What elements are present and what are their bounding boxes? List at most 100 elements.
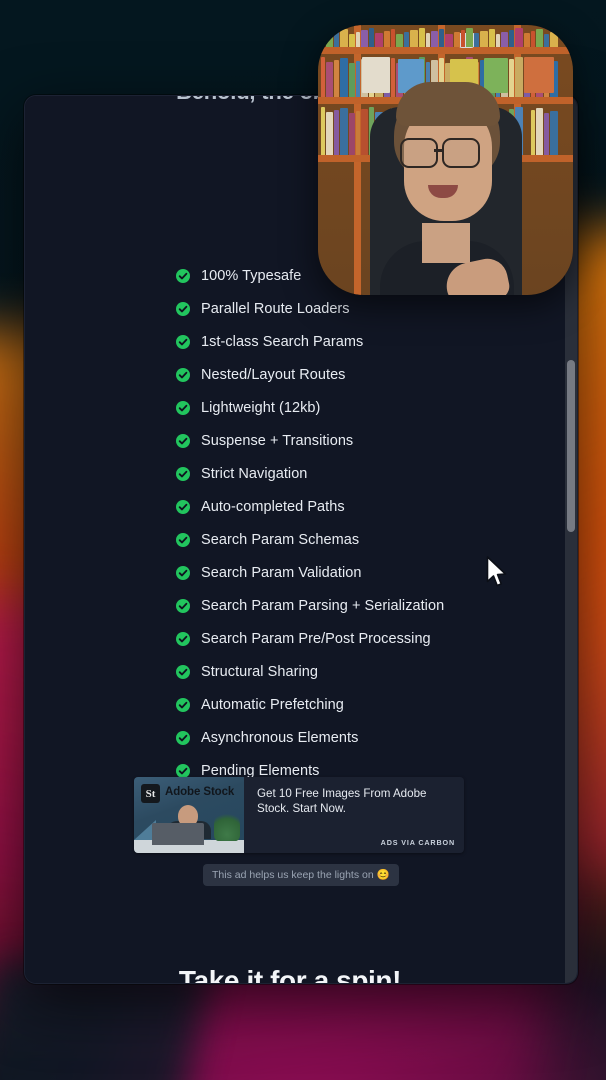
ad-footnote: This ad helps us keep the lights on 😊	[203, 864, 399, 886]
feature-item-label: Auto-completed Paths	[201, 498, 345, 515]
book-spine	[326, 62, 333, 97]
glasses-left-lens-icon	[400, 138, 438, 168]
feature-item: Auto-completed Paths	[176, 490, 556, 523]
book-spine	[474, 33, 479, 47]
book-spine	[391, 29, 395, 47]
check-circle-icon	[176, 334, 190, 349]
person-neck	[422, 223, 470, 263]
feature-item: Search Param Parsing + Serialization	[176, 589, 556, 622]
ad-text-area[interactable]: Get 10 Free Images From Adobe Stock. Sta…	[244, 777, 464, 853]
book-spine	[426, 33, 430, 47]
book-spine	[349, 113, 355, 155]
feature-item: Lightweight (12kb)	[176, 391, 556, 424]
check-circle-icon	[176, 301, 190, 316]
webcam-overlay[interactable]	[318, 25, 573, 295]
feature-item-label: Search Param Parsing + Serialization	[201, 597, 445, 614]
shelf-poster-1	[362, 57, 390, 93]
book-spine	[334, 60, 339, 97]
book-spine	[356, 61, 360, 97]
glasses-bridge	[434, 149, 442, 152]
feature-item: Strict Navigation	[176, 457, 556, 490]
book-spine	[536, 29, 543, 47]
check-circle-icon	[176, 268, 190, 283]
feature-item: Asynchronous Elements	[176, 721, 556, 754]
feature-item-label: Strict Navigation	[201, 465, 308, 482]
book-spine	[461, 30, 465, 47]
feature-item-label: Search Param Schemas	[201, 531, 360, 548]
ads-via-carbon-label[interactable]: ADS VIA CARBON	[381, 838, 455, 847]
check-circle-icon	[176, 400, 190, 415]
book-spine	[550, 32, 558, 47]
book-spine	[466, 28, 473, 47]
check-circle-icon	[176, 367, 190, 382]
feature-item: Search Param Validation	[176, 556, 556, 589]
feature-item-label: Asynchronous Elements	[201, 729, 359, 746]
book-spine	[550, 111, 558, 155]
check-circle-icon	[176, 466, 190, 481]
ad-image-laptop	[152, 823, 204, 845]
book-spine	[321, 107, 325, 155]
book-spine	[531, 31, 535, 47]
check-circle-icon	[176, 532, 190, 547]
book-spine	[334, 31, 339, 47]
vertical-scrollbar-thumb[interactable]	[567, 360, 575, 532]
ad-image-plant	[214, 809, 240, 841]
book-spine	[531, 110, 535, 155]
check-circle-icon	[176, 664, 190, 679]
book-spine	[361, 30, 368, 47]
book-spine	[524, 33, 530, 47]
book-spine	[501, 32, 508, 47]
book-spine	[340, 58, 348, 97]
book-spine	[445, 34, 453, 47]
ad-image[interactable]: St Adobe Stock	[134, 777, 244, 853]
check-circle-icon	[176, 565, 190, 580]
feature-list: 100% Typesafe Parallel Route Loaders 1st-c…	[176, 259, 556, 820]
feature-item-label: 100% Typesafe	[201, 267, 302, 284]
book-spine	[515, 28, 523, 47]
adobe-stock-brand-name: Adobe Stock	[165, 786, 235, 798]
book-spine	[340, 108, 348, 155]
book-spine	[356, 111, 360, 155]
book-spine	[361, 109, 368, 155]
book-spine	[496, 34, 500, 47]
ad-footnote-text: This ad helps us keep the lights on	[212, 869, 377, 881]
carbon-ad-banner[interactable]: St Adobe Stock Get 10 Free Images From A…	[134, 777, 464, 853]
book-spine	[391, 58, 395, 97]
feature-item: Search Param Schemas	[176, 523, 556, 556]
shelf-poster-5	[524, 57, 554, 93]
book-spine	[321, 57, 325, 97]
feature-item-label: Nested/Layout Routes	[201, 366, 346, 383]
feature-item: 1st-class Search Params	[176, 325, 556, 358]
feature-item: Structural Sharing	[176, 655, 556, 688]
book-spine	[356, 32, 360, 47]
book-spine	[321, 28, 325, 47]
book-spine	[375, 33, 383, 47]
check-circle-icon	[176, 433, 190, 448]
book-spine	[509, 59, 514, 97]
shelf-poster-4	[484, 58, 508, 93]
book-spine	[349, 34, 355, 47]
feature-item-label: Parallel Route Loaders	[201, 300, 350, 317]
person-hair-top	[396, 82, 500, 126]
feature-item: Automatic Prefetching	[176, 688, 556, 721]
book-spine	[326, 33, 333, 47]
books-row-top	[318, 25, 573, 47]
book-spine	[369, 28, 374, 47]
check-circle-icon	[176, 730, 190, 745]
feature-item: Nested/Layout Routes	[176, 358, 556, 391]
check-circle-icon	[176, 631, 190, 646]
book-spine	[544, 34, 549, 47]
book-spine	[419, 28, 425, 47]
check-circle-icon	[176, 598, 190, 613]
feature-item: Search Param Pre/Post Processing	[176, 622, 556, 655]
book-spine	[544, 113, 549, 155]
check-circle-icon	[176, 697, 190, 712]
page-bottom-heading: Take it for a spin!	[178, 965, 402, 983]
book-spine	[340, 29, 348, 47]
ad-headline[interactable]: Get 10 Free Images From Adobe Stock. Sta…	[257, 786, 454, 817]
feature-item-label: Search Param Validation	[201, 564, 362, 581]
book-spine	[489, 29, 495, 47]
feature-item-label: Automatic Prefetching	[201, 696, 344, 713]
book-spine	[396, 34, 403, 47]
feature-item-label: Search Param Pre/Post Processing	[201, 630, 431, 647]
